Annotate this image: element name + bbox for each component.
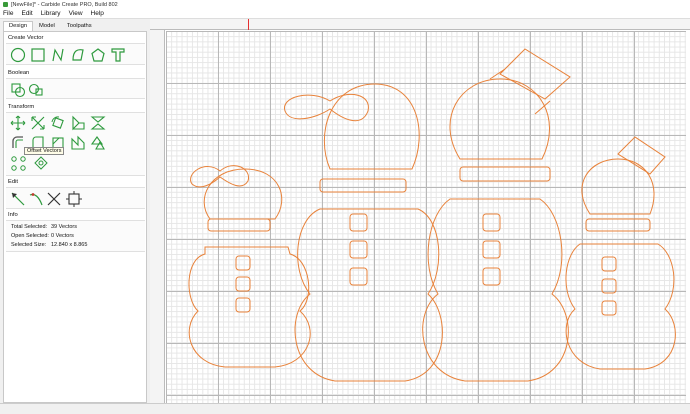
open-selected-row: Open Selected: 0 Vectors	[11, 233, 74, 239]
snowman-1-button	[235, 255, 251, 271]
snowman-1-button	[235, 297, 251, 313]
snowman-vectors[interactable]	[150, 19, 690, 403]
status-bar	[0, 403, 690, 414]
snowman-2-bow	[284, 93, 369, 122]
grid-array-icon[interactable]	[32, 155, 50, 173]
text-icon[interactable]	[110, 47, 126, 63]
snowman-3-button	[482, 267, 501, 286]
menu-file[interactable]: File	[3, 10, 13, 17]
selected-size-row: Selected Size: 12.840 x 8.865	[11, 242, 87, 248]
rotate-icon[interactable]	[50, 115, 66, 131]
section-title: Boolean	[8, 70, 30, 76]
info-label: Total Selected:	[11, 224, 48, 230]
boolean-section: Boolean	[6, 69, 145, 101]
boolean-union-icon[interactable]	[10, 82, 26, 98]
rectangle-icon[interactable]	[30, 47, 46, 63]
snowman-4-hat	[617, 136, 666, 175]
window-title: [NewFile]* - Carbide Create PRO, Build 8…	[11, 1, 118, 8]
join-icon[interactable]	[70, 135, 86, 151]
node-edit-icon[interactable]	[10, 191, 26, 207]
move-icon[interactable]	[10, 115, 26, 131]
menu-bar: File Edit Library View Help	[0, 9, 690, 19]
info-section: Info Total Selected: 39 Vectors Open Sel…	[6, 211, 145, 253]
app-icon	[3, 2, 8, 7]
circular-array-icon[interactable]	[10, 155, 30, 173]
info-label: Selected Size:	[11, 242, 47, 248]
snowman-3-hat	[489, 48, 571, 115]
align-icon[interactable]	[70, 115, 86, 131]
edit-section: Edit	[6, 178, 145, 210]
snowman-1-scarf	[207, 218, 271, 232]
cut-icon[interactable]	[46, 191, 62, 207]
circle-icon[interactable]	[10, 47, 26, 63]
polygon-icon[interactable]	[90, 47, 106, 63]
array-icon[interactable]	[90, 135, 106, 151]
polyline-icon[interactable]	[50, 47, 66, 63]
snowman-3-head	[449, 78, 550, 160]
snowman-4-button	[601, 256, 617, 272]
menu-view[interactable]: View	[69, 10, 83, 17]
title-bar: [NewFile]* - Carbide Create PRO, Build 8…	[0, 0, 690, 9]
snowman-1-button	[235, 276, 251, 292]
snowman-2-button	[349, 240, 368, 259]
snowman-4-button	[601, 278, 617, 294]
design-panel: Create Vector Boolean Transform Offset V…	[3, 31, 147, 403]
snowman-2-scarf	[319, 178, 407, 193]
boolean-subtract-icon[interactable]	[28, 82, 44, 98]
menu-help[interactable]: Help	[91, 10, 104, 17]
scale-icon[interactable]	[30, 115, 46, 131]
info-value: 12.840 x 8.865	[51, 242, 88, 248]
design-canvas-area	[150, 19, 690, 403]
section-title: Edit	[8, 179, 18, 185]
info-label: Open Selected:	[11, 233, 49, 239]
snowman-2-outline	[294, 208, 443, 382]
section-title: Transform	[8, 104, 35, 110]
snowman-1-head	[203, 168, 283, 220]
snowman-4-button	[601, 300, 617, 316]
curve-icon[interactable]	[70, 47, 86, 63]
snowman-2-button	[349, 267, 368, 286]
crop-icon[interactable]	[66, 191, 82, 207]
snowman-4-outline	[565, 243, 676, 370]
tab-design[interactable]: Design	[3, 21, 34, 31]
info-value: 0 Vectors	[51, 233, 74, 239]
trim-icon[interactable]	[28, 191, 44, 207]
section-title: Info	[8, 212, 18, 218]
snowman-3-button	[482, 240, 501, 259]
snowman-3-outline	[422, 198, 569, 382]
snowman-2-button	[349, 213, 368, 232]
snowman-4-head	[581, 158, 655, 215]
create-vector-section: Create Vector	[6, 34, 145, 68]
mode-tabs: Design Model Toolpaths	[3, 21, 98, 31]
section-title: Create Vector	[8, 35, 44, 41]
snowman-4-scarf	[585, 218, 651, 232]
menu-edit[interactable]: Edit	[21, 10, 32, 17]
total-selected-row: Total Selected: 39 Vectors	[11, 224, 77, 230]
mirror-icon[interactable]	[90, 115, 106, 131]
offset-vectors-tooltip: Offset Vectors	[24, 147, 65, 155]
info-value: 39 Vectors	[51, 224, 77, 230]
menu-library[interactable]: Library	[41, 10, 61, 17]
transform-section: Transform	[6, 103, 145, 179]
tab-toolpaths[interactable]: Toolpaths	[61, 21, 98, 31]
snowman-3-scarf	[459, 166, 551, 182]
tab-model[interactable]: Model	[33, 21, 61, 31]
snowman-3-button	[482, 213, 501, 232]
